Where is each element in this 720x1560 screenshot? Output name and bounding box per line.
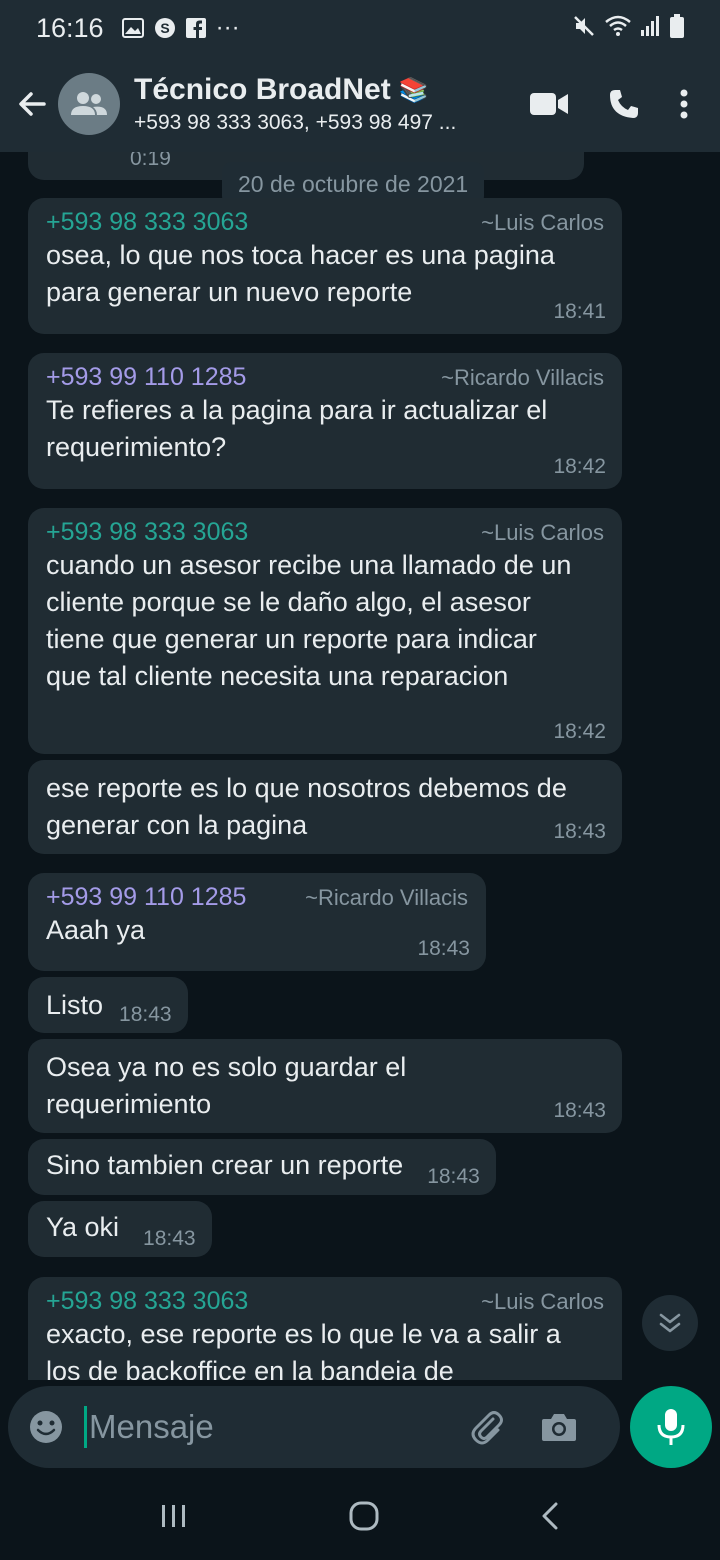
message-bubble[interactable]: Osea ya no es solo guardar el requerimie… [28,1039,622,1133]
home-icon[interactable] [348,1500,380,1537]
sender-phone[interactable]: +593 99 110 1285 [46,363,246,392]
chat-title: Técnico BroadNet 📚 [134,73,494,107]
message-time: 18:43 [427,1165,480,1188]
text-caret [84,1406,87,1448]
message-bubble[interactable]: Listo 18:43 [28,977,188,1033]
more-notifications-icon: ··· [215,14,240,41]
message-time: 18:42 [553,455,606,478]
sender-alias: ~Ricardo Villacis [305,885,468,910]
message-time: 18:43 [553,820,606,843]
more-options-icon[interactable] [680,89,688,119]
message-bubble[interactable]: +593 98 333 3063 ~Luis Carlos osea, lo q… [28,198,622,334]
system-navigation-bar [0,1476,720,1560]
back-nav-icon[interactable] [540,1501,560,1536]
recent-apps-icon[interactable] [160,1503,188,1534]
compose-bar [0,1380,720,1476]
message-text: Ya oki [46,1212,120,1242]
wifi-icon [604,15,632,42]
message-time: 18:43 [553,1099,606,1122]
sender-phone[interactable]: +593 98 333 3063 [46,1287,248,1316]
signal-icon [640,15,662,42]
message-text: cuando un asesor recibe una llamado de u… [46,550,572,691]
message-list[interactable]: 0:19 20 de octubre de 2021 +593 98 333 3… [0,152,720,1380]
voice-message-button[interactable] [630,1386,712,1468]
message-bubble[interactable]: ese reporte es lo que nosotros debemos d… [28,760,622,854]
message-text: Aaah ya [46,915,146,945]
message-bubble[interactable]: +593 98 333 3063 ~Luis Carlos cuando un … [28,508,622,754]
sender-alias: ~Ricardo Villacis [441,365,604,390]
sender-phone[interactable]: +593 98 333 3063 [46,518,248,547]
status-time: 16:16 [36,12,104,43]
chat-header: Técnico BroadNet 📚 +593 98 333 3063, +59… [0,56,720,152]
skype-icon: S [154,17,176,39]
group-icon [71,92,107,115]
battery-icon [670,13,684,43]
message-time: 18:43 [417,937,470,960]
chat-title-block[interactable]: Técnico BroadNet 📚 +593 98 333 3063, +59… [134,73,494,135]
message-text: ese reporte es lo que nosotros debemos d… [46,773,567,840]
message-text: Sino tambien crear un reporte [46,1150,404,1180]
message-time: 18:41 [553,300,606,323]
participants-list: +593 98 333 3063, +593 98 497 ... [134,111,457,134]
message-bubble[interactable]: +593 98 333 3063 ~Luis Carlos exacto, es… [28,1277,622,1380]
message-bubble[interactable]: +593 99 110 1285 ~Ricardo Villacis Aaah … [28,873,486,971]
attach-icon[interactable] [467,1407,507,1447]
audio-duration: 0:19 [130,152,171,170]
message-bubble[interactable]: +593 99 110 1285 ~Ricardo Villacis Te re… [28,353,622,489]
message-text: Te refieres a la pagina para ir actualiz… [46,395,548,462]
sender-alias: ~Luis Carlos [481,210,604,235]
facebook-icon [185,18,206,38]
scroll-to-bottom-button[interactable] [642,1295,698,1351]
sender-alias: ~Luis Carlos [481,1289,604,1314]
message-bubble[interactable]: Sino tambien crear un reporte 18:43 [28,1139,496,1195]
sender-phone[interactable]: +593 98 333 3063 [46,208,248,237]
sender-phone[interactable]: +593 99 110 1285 [46,883,246,912]
message-bubble[interactable]: Ya oki 18:43 [28,1201,212,1257]
back-arrow-icon[interactable] [8,80,56,128]
phone-call-icon[interactable] [608,88,640,120]
message-text: osea, lo que nos toca hacer es una pagin… [46,240,555,307]
video-call-icon[interactable] [530,91,568,117]
camera-icon[interactable] [541,1411,577,1443]
message-text: exacto, ese reporte es lo que le va a sa… [46,1319,561,1380]
gallery-icon [121,18,144,38]
message-time: 18:42 [553,720,606,743]
emoji-icon[interactable] [28,1409,64,1445]
microphone-icon [657,1409,685,1445]
mute-icon [572,14,596,43]
message-text: Osea ya no es solo guardar el requerimie… [46,1052,407,1119]
svg-text:S: S [160,20,169,36]
status-bar: 16:16 S ··· [0,0,720,56]
message-time: 18:43 [143,1227,196,1250]
message-time: 18:43 [119,1003,172,1026]
double-chevron-down-icon [659,1313,681,1333]
message-input[interactable] [89,1408,459,1446]
group-name: Técnico BroadNet [134,73,391,106]
message-input-container [8,1386,620,1468]
message-text: Listo [46,990,104,1020]
books-emoji: 📚 [398,76,429,104]
sender-alias: ~Luis Carlos [481,520,604,545]
group-avatar[interactable] [58,73,120,135]
